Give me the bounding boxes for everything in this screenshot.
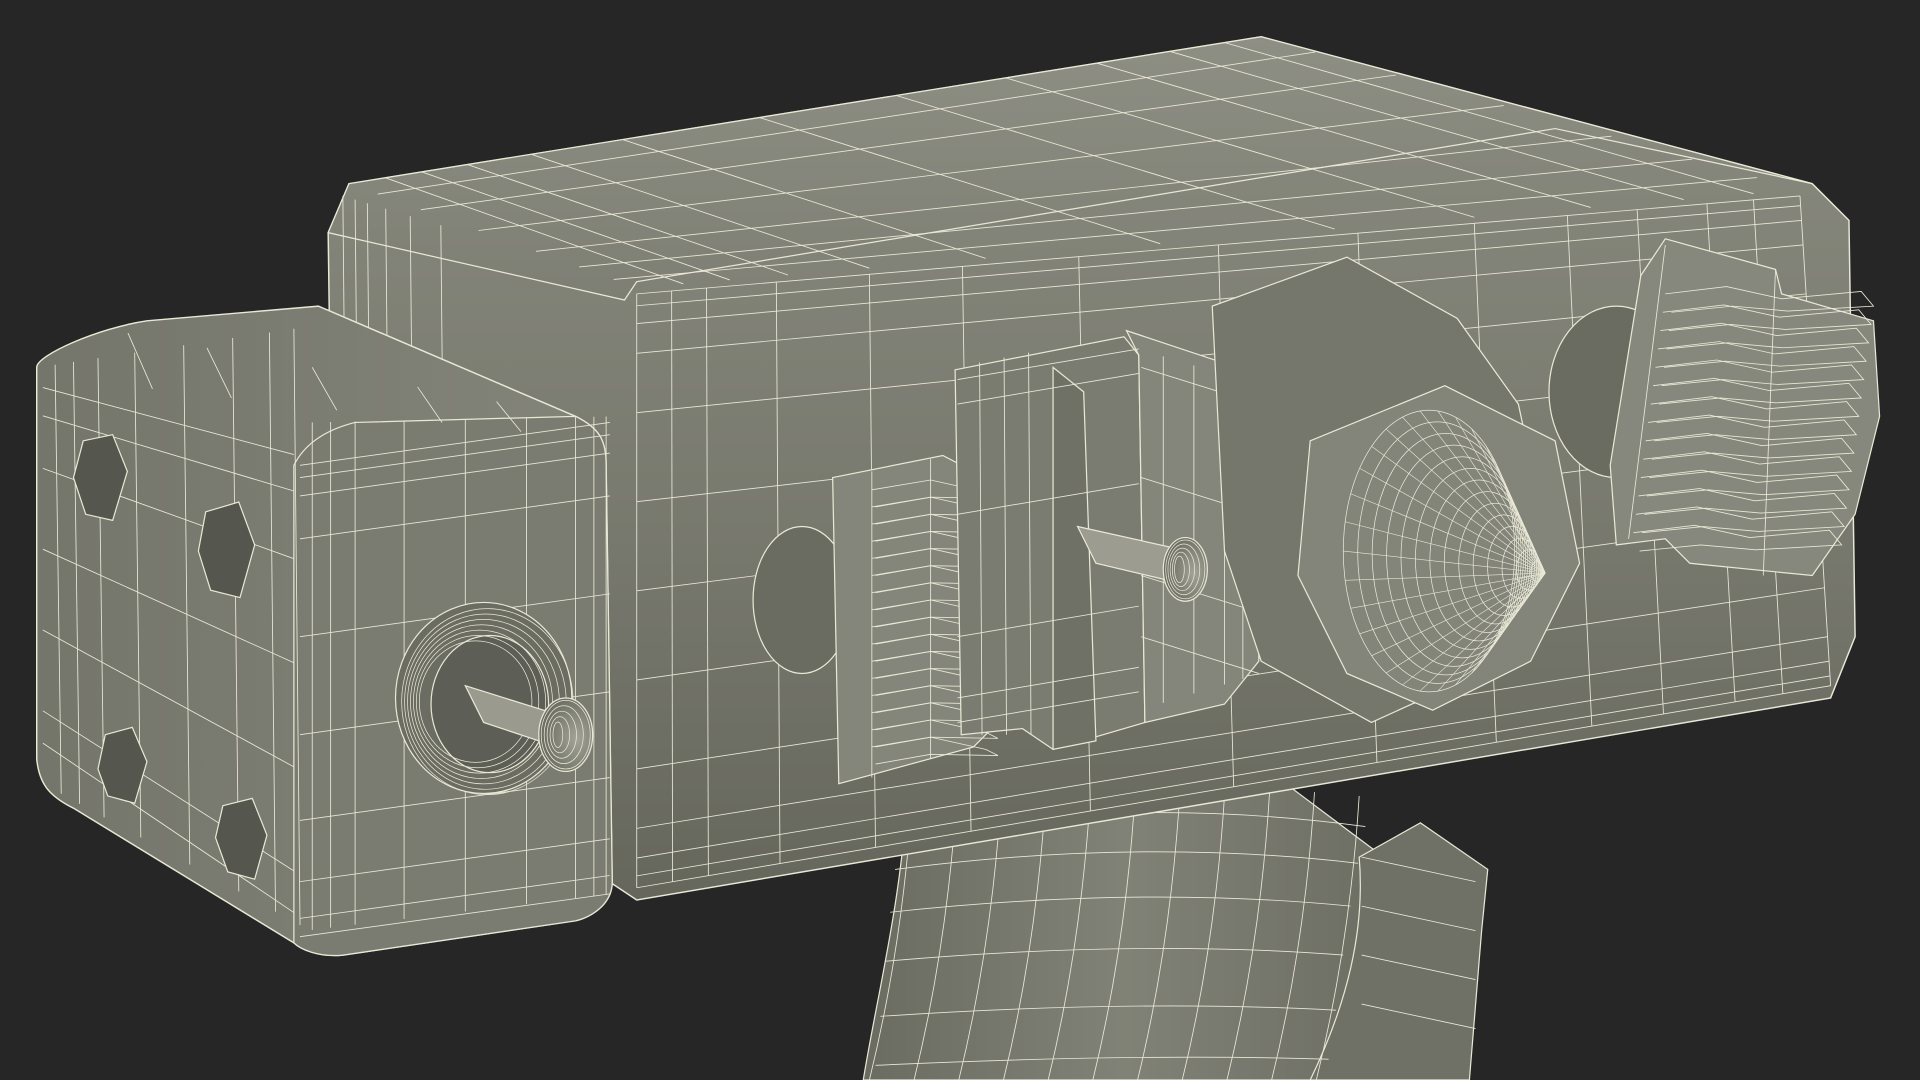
wireframe-render: [36, 35, 1881, 1080]
bracket-with-pin: [954, 329, 1262, 751]
